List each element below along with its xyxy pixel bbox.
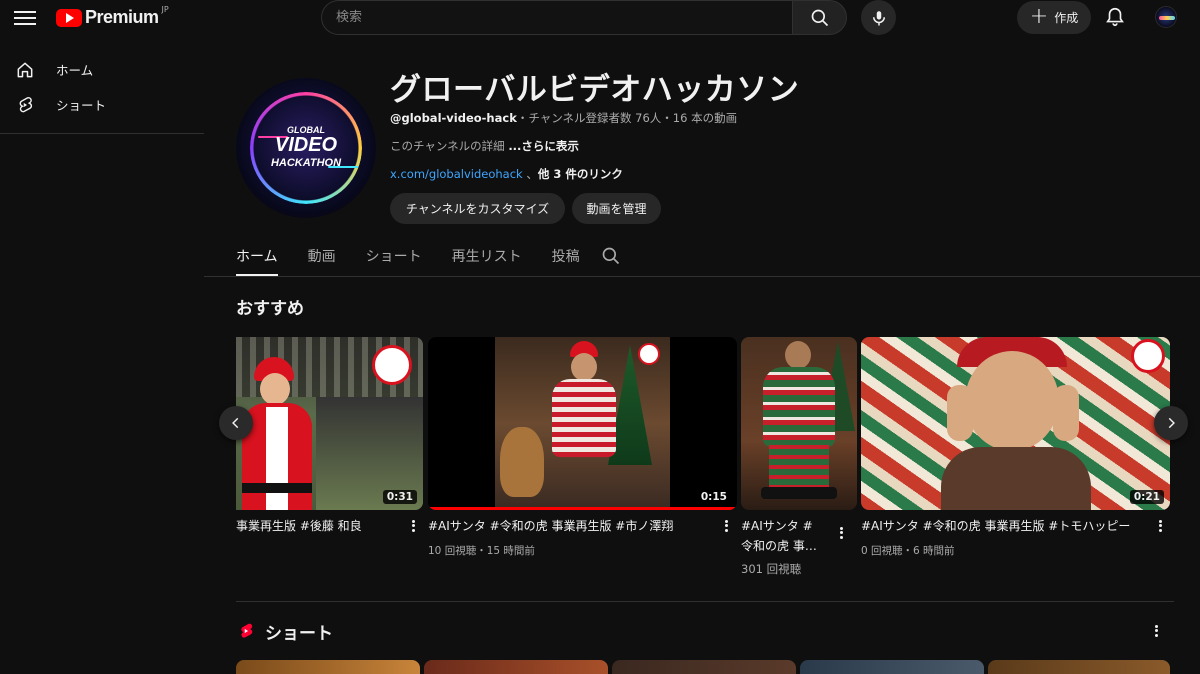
video-thumbnail[interactable]: 0:15	[428, 337, 737, 510]
person-face	[785, 341, 811, 369]
account-avatar[interactable]	[1155, 6, 1177, 28]
chevron-left-icon	[232, 417, 239, 429]
search-bar	[321, 0, 847, 35]
short-thumbnail[interactable]	[800, 660, 984, 674]
shorts-section-icon	[241, 623, 253, 638]
short-thumbnail[interactable]	[612, 660, 796, 674]
short-thumbnail[interactable]	[988, 660, 1170, 674]
channel-meta: @global-video-hack・チャンネル登録者数 76人・16 本の動画	[390, 110, 737, 126]
notifications-bell-icon[interactable]	[1104, 6, 1126, 28]
chair-base	[761, 487, 837, 499]
sidebar-item-label: ショート	[56, 98, 107, 113]
shorts-more-options-icon[interactable]	[1151, 623, 1161, 639]
avatar-text-line: HACKATHON	[270, 157, 342, 169]
tab-playlists[interactable]: 再生リスト	[452, 236, 522, 276]
microphone-icon	[872, 10, 885, 25]
video-title[interactable]: #AIサンタ #令和の虎 事業再生版 #トモハッピー	[861, 518, 1141, 534]
logo-brand-text: Premium	[85, 7, 159, 27]
home-icon	[14, 59, 36, 81]
more-options-icon[interactable]	[836, 525, 846, 541]
person-sweater	[941, 447, 1091, 510]
video-thumbnail[interactable]	[741, 337, 857, 510]
link-separator: 、	[522, 167, 538, 181]
shorts-icon	[14, 94, 36, 116]
tab-posts[interactable]: 投稿	[552, 236, 580, 276]
sidebar-divider	[0, 133, 204, 134]
channel-stats: ・チャンネル登録者数 76人・16 本の動画	[516, 111, 738, 125]
striped-pajamas	[552, 379, 616, 457]
menu-icon[interactable]	[14, 8, 36, 28]
video-title[interactable]: #AIサンタ #令和の虎 事業再生版 #市ノ澤翔	[428, 518, 708, 534]
program-badge	[638, 343, 660, 365]
avatar-text-line: VIDEO	[274, 134, 338, 156]
program-badge	[1131, 339, 1165, 373]
search-input[interactable]	[321, 0, 792, 35]
create-button[interactable]: + 作成	[1017, 1, 1091, 34]
sidebar-item-shorts[interactable]: ショート	[0, 87, 204, 122]
youtube-premium-logo[interactable]: Premium JP	[56, 5, 169, 28]
video-meta: 301 回視聴	[741, 562, 802, 576]
more-options-icon[interactable]	[408, 518, 418, 534]
video-title-line2[interactable]: 令和の虎 事…	[741, 538, 831, 554]
video-meta: 0 回視聴・6 時間前	[861, 545, 955, 557]
carousel-next-button[interactable]	[1154, 406, 1188, 440]
sweater	[763, 367, 835, 447]
channel-description-text: このチャンネルの詳細	[390, 139, 509, 153]
teddy-bear	[500, 427, 544, 497]
video-meta: 10 回視聴・15 時間前	[428, 545, 535, 557]
plus-icon: +	[1029, 3, 1049, 29]
show-more-link[interactable]: ...さらに表示	[508, 139, 579, 153]
person-face	[571, 353, 597, 381]
sidebar: ホーム ショート	[0, 52, 204, 122]
more-options-icon[interactable]	[721, 518, 731, 534]
sidebar-item-label: ホーム	[56, 63, 94, 78]
santa-belt	[242, 483, 312, 493]
other-links[interactable]: 他 3 件のリンク	[538, 167, 623, 181]
channel-description[interactable]: このチャンネルの詳細 ...さらに表示	[390, 138, 579, 154]
recommended-section-title: おすすめ	[236, 299, 304, 319]
tabs-divider	[204, 276, 1200, 277]
tab-shorts[interactable]: ショート	[366, 236, 422, 276]
channel-avatar: GLOBAL VIDEO HACKATHON	[236, 78, 376, 218]
youtube-play-icon	[56, 8, 82, 27]
short-thumbnail[interactable]	[424, 660, 608, 674]
channel-tabs: ホーム 動画 ショート 再生リスト 投稿	[236, 236, 610, 276]
video-thumbnail[interactable]: 0:21	[861, 337, 1170, 510]
manage-videos-button[interactable]: 動画を管理	[572, 193, 661, 224]
person-face	[260, 373, 290, 405]
carousel-prev-button[interactable]	[219, 406, 253, 440]
person-face	[965, 351, 1059, 451]
video-duration: 0:15	[696, 490, 731, 504]
sidebar-item-home[interactable]: ホーム	[0, 52, 204, 87]
tab-home[interactable]: ホーム	[236, 236, 278, 276]
create-label: 作成	[1054, 11, 1079, 25]
voice-search-button[interactable]	[861, 0, 896, 35]
search-button[interactable]	[792, 0, 847, 35]
person-hand	[947, 385, 973, 441]
video-thumbnail[interactable]: 0:31	[236, 337, 423, 510]
chevron-right-icon	[1168, 417, 1175, 429]
tab-videos[interactable]: 動画	[308, 236, 336, 276]
customize-channel-button[interactable]: チャンネルをカスタマイズ	[390, 193, 565, 224]
channel-search-icon[interactable]	[601, 246, 621, 266]
channel-handle: @global-video-hack	[390, 111, 517, 125]
short-thumbnail[interactable]	[236, 660, 420, 674]
person-hand	[1053, 385, 1079, 441]
progress-bar	[428, 507, 737, 510]
video-duration: 0:31	[382, 490, 417, 504]
video-title[interactable]: 事業再生版 #後藤 和良	[236, 518, 404, 534]
shorts-section-title: ショート	[265, 624, 333, 644]
section-divider	[236, 601, 1174, 602]
search-icon	[811, 9, 828, 26]
more-options-icon[interactable]	[1155, 518, 1165, 534]
top-bar: Premium JP + 作成	[0, 0, 1200, 36]
video-title[interactable]: #AIサンタ #	[741, 518, 831, 534]
program-badge	[372, 345, 412, 385]
santa-suit-trim	[266, 407, 288, 510]
video-duration: 0:21	[1129, 490, 1164, 504]
logo-region: JP	[161, 5, 169, 14]
channel-links: x.com/globalvideohack 、他 3 件のリンク	[390, 166, 623, 182]
channel-title: グローバルビデオハッカソン	[390, 72, 800, 108]
channel-external-link[interactable]: x.com/globalvideohack	[390, 167, 523, 181]
